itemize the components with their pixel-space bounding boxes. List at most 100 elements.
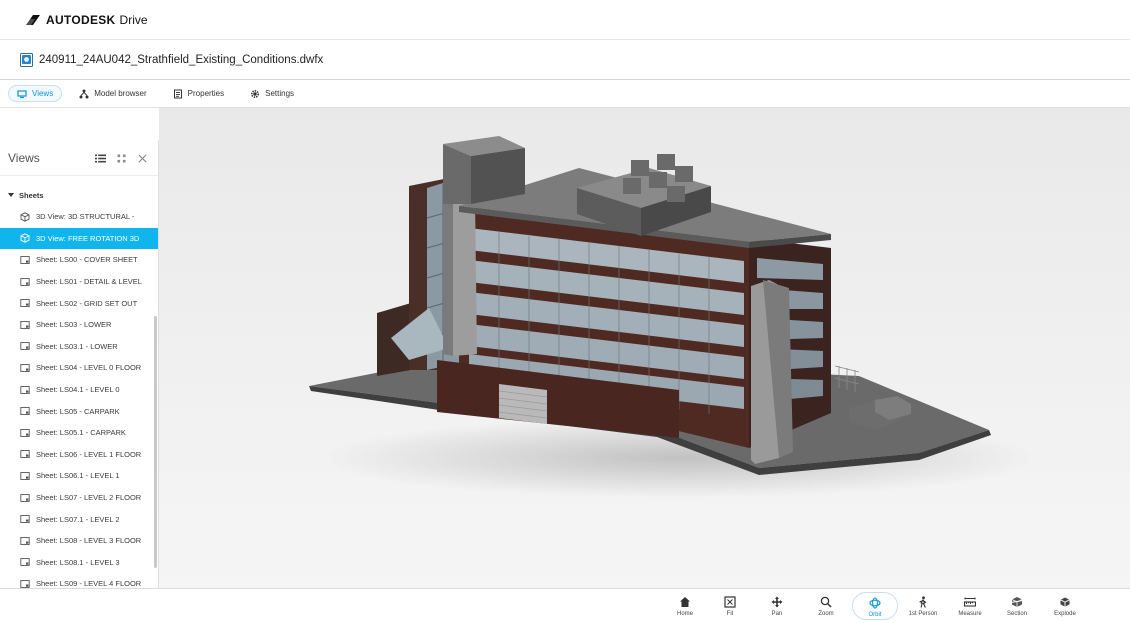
autodesk-logo[interactable]: AUTODESK Drive	[26, 13, 148, 27]
orbit-icon	[869, 597, 881, 609]
list-item[interactable]: Sheet: LS05 - CARPARK	[0, 400, 158, 422]
views-panel-title: Views	[8, 150, 40, 165]
tab-properties[interactable]: Properties	[164, 85, 233, 102]
list-item[interactable]: Sheet: LS08 - LEVEL 3 FLOOR	[0, 530, 158, 552]
list-item[interactable]: Sheet: LS07 - LEVEL 2 FLOOR	[0, 487, 158, 509]
list-item[interactable]: Sheet: LS04 - LEVEL 0 FLOOR	[0, 357, 158, 379]
home-button[interactable]: Home	[663, 592, 707, 620]
list-item-label: Sheet: LS07.1 - LEVEL 2	[36, 514, 120, 524]
tree-group-label: Sheets	[19, 190, 44, 200]
fit-icon	[724, 596, 736, 608]
autodesk-logo-icon	[26, 14, 40, 25]
first-person-icon	[919, 596, 927, 608]
sheet-icon	[20, 256, 30, 264]
sheet-icon	[20, 342, 30, 351]
orbit-label: Orbit	[868, 612, 882, 618]
section-icon	[1011, 597, 1023, 607]
tab-model-browser[interactable]: Model browser	[70, 85, 155, 102]
list-item[interactable]: Sheet: LS04.1 - LEVEL 0	[0, 379, 158, 401]
dwfx-file-icon	[20, 52, 33, 67]
list-item-label: Sheet: LS06.1 - LEVEL 1	[36, 471, 120, 481]
measure-icon	[964, 597, 976, 607]
explode-icon	[1060, 597, 1070, 607]
views-list: 3D View: 3D STRUCTURAL - 3D View: FREE R…	[0, 206, 158, 588]
brand-name: AUTODESK	[46, 12, 116, 27]
list-item[interactable]: Sheet: LS02 - GRID SET OUT	[0, 292, 158, 314]
list-item-label: Sheet: LS06 - LEVEL 1 FLOOR	[36, 449, 142, 459]
grid-view-icon[interactable]	[116, 151, 127, 163]
list-item-label: Sheet: LS03.1 - LOWER	[36, 341, 118, 351]
list-item[interactable]: Sheet: LS01 - DETAIL & LEVEL	[0, 271, 158, 293]
pan-label: Pan	[771, 611, 783, 617]
left-core	[453, 198, 477, 356]
sheet-icon	[20, 450, 30, 459]
pan-button[interactable]: Pan	[755, 592, 799, 620]
model-browser-icon	[79, 89, 89, 98]
list-item[interactable]: Sheet: LS06 - LEVEL 1 FLOOR	[0, 444, 158, 466]
measure-label: Measure	[958, 611, 982, 617]
sheet-icon	[20, 364, 30, 372]
list-item-label: Sheet: LS04.1 - LEVEL 0	[36, 385, 120, 395]
zoom-icon	[820, 596, 832, 608]
list-item[interactable]: 3D View: 3D STRUCTURAL -	[0, 206, 158, 228]
section-button[interactable]: Section	[995, 592, 1039, 620]
close-icon[interactable]	[137, 151, 148, 163]
file-name: 240911_24AU042_Strathfield_Existing_Cond…	[39, 53, 324, 66]
file-header: 240911_24AU042_Strathfield_Existing_Cond…	[0, 40, 1130, 80]
sheet-icon	[20, 558, 30, 567]
list-view-icon[interactable]	[95, 151, 106, 163]
list-item[interactable]: Sheet: LS03.1 - LOWER	[0, 336, 158, 358]
tab-properties-label: Properties	[187, 89, 225, 98]
tab-views[interactable]: Views	[8, 85, 63, 102]
zoom-button[interactable]: Zoom	[804, 592, 848, 620]
sheet-icon	[20, 579, 30, 588]
sheet-icon	[20, 299, 30, 308]
measure-button[interactable]: Measure	[948, 592, 992, 620]
product-name: Drive	[119, 12, 148, 27]
list-item[interactable]: Sheet: LS05.1 - CARPARK	[0, 422, 158, 444]
tab-views-label: Views	[32, 89, 54, 98]
tab-settings-label: Settings	[265, 89, 295, 98]
first-person-button[interactable]: 1st Person	[901, 592, 945, 620]
sheet-icon	[20, 515, 30, 524]
list-item-label: Sheet: LS08 - LEVEL 3 FLOOR	[36, 536, 142, 546]
explode-button[interactable]: Explode	[1043, 592, 1087, 620]
list-item-label: Sheet: LS00 - COVER SHEET	[36, 255, 138, 265]
cube-3d-icon	[20, 233, 30, 244]
panel-scrollbar[interactable]	[154, 316, 157, 568]
tab-model-browser-label: Model browser	[94, 89, 147, 98]
properties-icon	[173, 89, 182, 98]
list-item-selected[interactable]: 3D View: FREE ROTATION 3D	[0, 227, 158, 250]
list-item-label: Sheet: LS01 - DETAIL & LEVEL	[36, 277, 142, 287]
list-item[interactable]: Sheet: LS08.1 - LEVEL 3	[0, 552, 158, 574]
home-icon	[680, 597, 690, 607]
explode-label: Explode	[1054, 611, 1076, 617]
fit-button[interactable]: Fit	[708, 592, 752, 620]
list-item[interactable]: Sheet: LS07.1 - LEVEL 2	[0, 508, 158, 530]
fit-label: Fit	[726, 611, 734, 617]
tree-group-sheets[interactable]: Sheets	[0, 184, 158, 206]
views-icon	[17, 89, 27, 98]
viewer-tabs: Views Model browser Properties Settings	[0, 80, 1130, 108]
list-item[interactable]: Sheet: LS00 - COVER SHEET	[0, 249, 158, 271]
list-item-label: 3D View: 3D STRUCTURAL -	[36, 212, 135, 222]
zoom-label: Zoom	[818, 611, 834, 617]
list-item-label: Sheet: LS03 - LOWER	[36, 320, 112, 330]
list-item[interactable]: Sheet: LS09 - LEVEL 4 FLOOR	[0, 573, 158, 588]
tab-settings[interactable]: Settings	[241, 85, 303, 102]
orbit-button[interactable]: Orbit	[852, 592, 898, 620]
list-item-label: Sheet: LS05.1 - CARPARK	[36, 428, 126, 438]
list-item-label: Sheet: LS08.1 - LEVEL 3	[36, 557, 120, 567]
model-viewer-canvas[interactable]	[159, 108, 1130, 588]
list-item[interactable]: Sheet: LS03 - LOWER	[0, 314, 158, 336]
gear-icon	[251, 89, 260, 98]
first-person-label: 1st Person	[908, 611, 938, 617]
list-item-label: 3D View: FREE ROTATION 3D	[36, 233, 140, 243]
sheet-icon	[20, 320, 30, 329]
garage-door	[499, 384, 547, 424]
sheet-icon	[20, 536, 30, 545]
list-item[interactable]: Sheet: LS06.1 - LEVEL 1	[0, 465, 158, 487]
list-item-label: Sheet: LS05 - CARPARK	[36, 406, 120, 416]
pan-icon	[771, 596, 783, 608]
sheet-icon	[20, 493, 30, 502]
